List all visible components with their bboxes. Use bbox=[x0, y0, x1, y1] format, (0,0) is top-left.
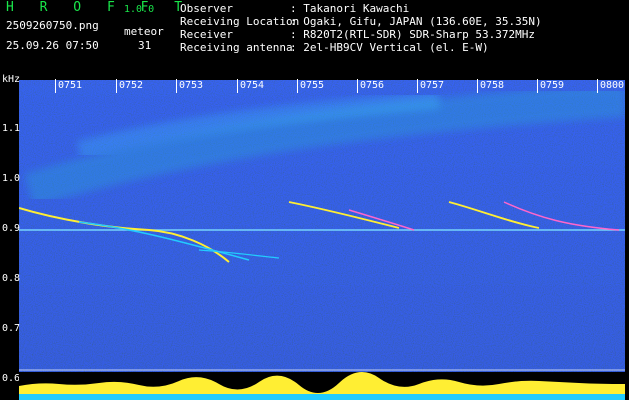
info-location-label: Receiving Location bbox=[180, 15, 300, 28]
x-tick-mark bbox=[237, 79, 238, 93]
y-tick-0.7: 0.7 bbox=[2, 323, 21, 334]
signal-level-bar bbox=[19, 372, 625, 400]
x-tick-mark bbox=[176, 79, 177, 93]
y-axis-unit: kHz bbox=[2, 74, 21, 85]
x-tick-0758: 0758 bbox=[480, 80, 505, 91]
x-tick-mark bbox=[417, 79, 418, 93]
header-panel: H R O F F T 1.0.0 2509260750.png 25.09.2… bbox=[0, 0, 629, 75]
x-tick-0755: 0755 bbox=[300, 80, 325, 91]
x-tick-0754: 0754 bbox=[240, 80, 265, 91]
x-tick-0753: 0753 bbox=[179, 80, 204, 91]
y-tick-1.0: 1.0 bbox=[2, 173, 21, 184]
x-tick-0800: 0800 bbox=[600, 80, 625, 91]
meteor-count: 31 bbox=[138, 39, 152, 52]
x-tick-0756: 0756 bbox=[360, 80, 385, 91]
y-tick-0.9: 0.9 bbox=[2, 223, 21, 234]
meteor-label: meteor bbox=[124, 25, 164, 38]
info-observer-label: Observer bbox=[180, 2, 233, 15]
x-tick-mark bbox=[597, 79, 598, 93]
y-tick-0.6: 0.6 bbox=[2, 373, 21, 384]
x-tick-0759: 0759 bbox=[540, 80, 565, 91]
filename-label: 2509260750.png bbox=[6, 19, 99, 32]
x-tick-0752: 0752 bbox=[119, 80, 144, 91]
signal-level-cyan bbox=[19, 394, 625, 400]
datetime-label: 25.09.26 07:50 bbox=[6, 39, 99, 52]
app-title: H R O F F T bbox=[6, 0, 192, 15]
spectrogram bbox=[19, 80, 625, 380]
x-tick-0757: 0757 bbox=[420, 80, 445, 91]
info-location-value: : Ogaki, Gifu, JAPAN (136.60E, 35.35N) bbox=[290, 15, 542, 28]
x-tick-mark bbox=[357, 79, 358, 93]
x-tick-mark bbox=[55, 79, 56, 93]
info-receiver-label: Receiver bbox=[180, 28, 233, 41]
x-tick-0751: 0751 bbox=[58, 80, 83, 91]
info-receiver-value: : R820T2(RTL-SDR) SDR-Sharp 53.372MHz bbox=[290, 28, 536, 41]
info-antenna-label: Receiving antenna bbox=[180, 41, 293, 54]
x-tick-mark bbox=[537, 79, 538, 93]
x-tick-mark bbox=[116, 79, 117, 93]
info-antenna-value: : 2el-HB9CV Vertical (el. E-W) bbox=[290, 41, 489, 54]
info-observer-value: : Takanori Kawachi bbox=[290, 2, 410, 15]
y-tick-0.8: 0.8 bbox=[2, 273, 21, 284]
app-version: 1.0.0 bbox=[124, 4, 155, 15]
x-tick-mark bbox=[477, 79, 478, 93]
x-tick-mark bbox=[297, 79, 298, 93]
y-tick-1.1: 1.1 bbox=[2, 123, 21, 134]
